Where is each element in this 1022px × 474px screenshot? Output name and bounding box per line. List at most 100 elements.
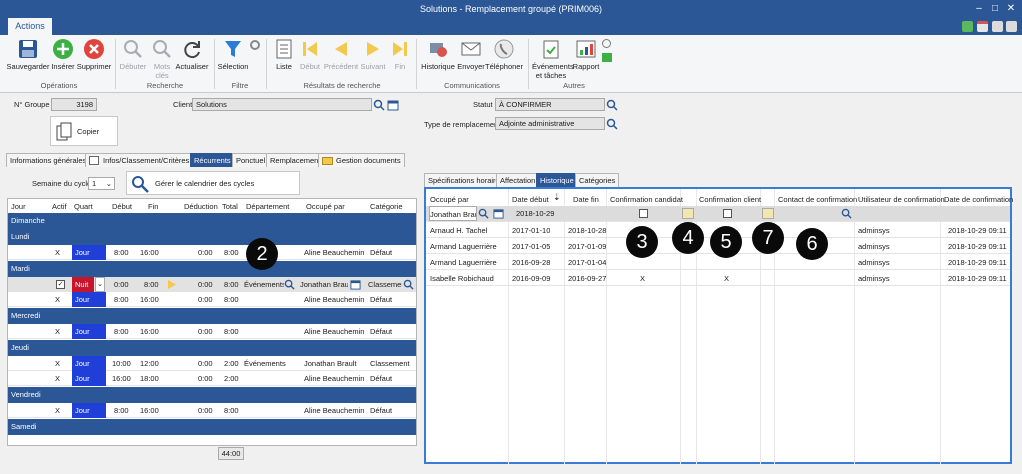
calendar-icon[interactable]: [977, 21, 988, 32]
keywords-button[interactable]: Mots clés: [150, 38, 174, 80]
category-field[interactable]: Classemer: [368, 277, 402, 292]
chevron-down-icon[interactable]: ⌄: [95, 277, 105, 292]
occupant-field[interactable]: Jonathan Brault: [300, 277, 348, 292]
table-row[interactable]: X Jour 8:00 16:00 0:00 8:00 Aline Beauch…: [8, 403, 416, 418]
cell-deduction[interactable]: 0:00: [198, 277, 213, 292]
table-row[interactable]: X Jour 8:00 16:00 0:00 8:00 Aline Beauch…: [8, 324, 416, 339]
gear-icon[interactable]: [250, 40, 260, 50]
group-no-field[interactable]: 3198: [51, 98, 97, 111]
replacement-type-field[interactable]: Adjointe administrative: [495, 117, 605, 130]
sort-descending-icon[interactable]: ⇣: [553, 192, 561, 203]
send-button[interactable]: Envoyer: [457, 38, 485, 71]
col-total[interactable]: Total: [222, 202, 238, 211]
contact-search-icon[interactable]: [841, 208, 852, 219]
col-quart[interactable]: Quart: [74, 202, 93, 211]
col-contact-confirmation[interactable]: Contact de confirmation: [778, 195, 857, 204]
status-search-icon[interactable]: [606, 99, 618, 111]
col-date-debut[interactable]: Date début: [512, 195, 549, 204]
insert-button[interactable]: Insérer: [50, 38, 76, 71]
category-search-icon[interactable]: [403, 279, 414, 290]
col-categorie[interactable]: Catégorie: [370, 202, 403, 211]
col-deduction[interactable]: Déduction: [184, 202, 218, 211]
active-checkbox[interactable]: ✓: [56, 280, 65, 289]
col-occupe-par[interactable]: Occupé par: [430, 195, 469, 204]
tab-schedule-specs[interactable]: Spécifications horaire: [424, 173, 504, 187]
cell-fin[interactable]: 8:00: [144, 277, 159, 292]
status-field[interactable]: À CONFIRMER: [495, 98, 605, 111]
copy-button-label: Copier: [77, 127, 100, 136]
manage-cycle-calendar-button[interactable]: Gérer le calendrier des cycles: [126, 171, 300, 195]
copy-button[interactable]: Copier: [50, 116, 118, 146]
col-date-confirmation[interactable]: Date de confirmation: [944, 195, 1013, 204]
client-field[interactable]: Solutions: [192, 98, 372, 111]
tab-ponctuel[interactable]: Ponctuel: [232, 153, 270, 167]
col-departement[interactable]: Département: [246, 202, 289, 211]
list-icon: [276, 39, 292, 59]
filter-candidate-checkbox[interactable]: [639, 209, 648, 218]
col-date-fin[interactable]: Date fin: [573, 195, 599, 204]
replacement-type-search-icon[interactable]: [606, 118, 618, 130]
close-window-button[interactable]: ✕: [1004, 3, 1018, 15]
tab-documents[interactable]: Gestion documents: [318, 153, 405, 167]
start-search-button[interactable]: Débuter: [118, 38, 148, 71]
filter-occupe-open-icon[interactable]: [493, 208, 504, 219]
report-button[interactable]: Rapport: [572, 38, 600, 71]
tab-recurrents[interactable]: Récurrents: [190, 153, 235, 167]
tab-historique[interactable]: Historique: [536, 173, 578, 187]
client-search-icon[interactable]: [373, 99, 385, 111]
table-row[interactable]: Isabelle Robichaud 2016-09-09 2016-09-27 X X…: [426, 271, 1010, 286]
play-arrow-icon[interactable]: [166, 279, 177, 290]
selection-filter-button[interactable]: Sélection: [216, 38, 250, 71]
refresh-button[interactable]: Actualiser: [174, 38, 210, 71]
events-tasks-button[interactable]: Événements et tâches: [532, 38, 574, 80]
last-record-button[interactable]: Fin: [388, 38, 412, 71]
table-row[interactable]: X Jour 16:00 18:00 0:00 2:00 Aline Beauc…: [8, 371, 416, 386]
department-field[interactable]: Événements: [244, 277, 284, 292]
cycle-week-select[interactable]: 1 ⌄: [88, 177, 115, 190]
print-icon[interactable]: [992, 21, 1003, 32]
filter-occupe-search-icon[interactable]: [478, 208, 489, 219]
table-row[interactable]: X Jour 8:00 16:00 0:00 8:00 Aline Beauch…: [8, 292, 416, 307]
cell-debut[interactable]: 0:00: [114, 277, 129, 292]
occupant-open-icon[interactable]: [350, 279, 361, 290]
table-row[interactable]: X Jour 8:00 16:00 0:00 8:00 Aline Beauch…: [8, 245, 416, 260]
col-confirmation-candidat[interactable]: Confirmation candidat: [610, 195, 683, 204]
previous-record-button[interactable]: Précédent: [323, 38, 359, 71]
minimize-button[interactable]: –: [972, 3, 986, 15]
filter-occupe-input[interactable]: Jonathan Braul: [429, 206, 477, 221]
col-debut[interactable]: Début: [112, 202, 132, 211]
tab-categories[interactable]: Catégories: [575, 173, 620, 187]
tab-info-classement[interactable]: Infos/Classement/Critères: [85, 153, 194, 167]
col-jour[interactable]: Jour: [11, 202, 26, 211]
table-row[interactable]: Armand Laguerrière 2016-09-28 2017-01-04 ad…: [426, 255, 1010, 270]
money-icon[interactable]: [602, 53, 612, 62]
history-button[interactable]: Historique: [419, 38, 457, 71]
client-open-icon[interactable]: [387, 99, 399, 111]
delete-button[interactable]: Supprimer: [76, 38, 112, 71]
candidate-message-icon[interactable]: [682, 208, 694, 219]
next-record-button[interactable]: Suivant: [359, 38, 387, 71]
phone-button[interactable]: Téléphoner: [485, 38, 523, 71]
col-occupe-par[interactable]: Occupé par: [306, 202, 345, 211]
calculator-icon[interactable]: [962, 21, 973, 32]
col-confirmation-client[interactable]: Confirmation client: [699, 195, 761, 204]
col-fin[interactable]: Fin: [148, 202, 158, 211]
filter-client-checkbox[interactable]: [723, 209, 732, 218]
maximize-button[interactable]: □: [988, 3, 1002, 15]
tab-affectation[interactable]: Affectation: [496, 173, 540, 187]
first-record-button[interactable]: Début: [298, 38, 322, 71]
table-row-editing[interactable]: ✓ Nuit ⌄ 0:00 8:00 0:00 8:00 Événements …: [8, 277, 416, 292]
filter-date-debut[interactable]: 2018-10-29: [516, 206, 554, 221]
list-button[interactable]: Liste: [272, 38, 296, 71]
client-message-icon[interactable]: [762, 208, 774, 219]
col-actif[interactable]: Actif: [52, 202, 67, 211]
col-utilisateur-confirmation[interactable]: Utilisateur de confirmation: [858, 195, 945, 204]
lock-icon[interactable]: [1006, 21, 1017, 32]
clock-icon[interactable]: [602, 39, 611, 48]
actions-tab[interactable]: Actions: [8, 18, 52, 35]
save-button[interactable]: Sauvegarder: [6, 38, 50, 71]
department-search-icon[interactable]: [284, 279, 295, 290]
tab-general-info[interactable]: Informations générales: [6, 153, 91, 167]
table-row[interactable]: X Jour 10:00 12:00 0:00 2:00 Événements …: [8, 356, 416, 371]
shift-select[interactable]: Nuit: [72, 277, 94, 292]
